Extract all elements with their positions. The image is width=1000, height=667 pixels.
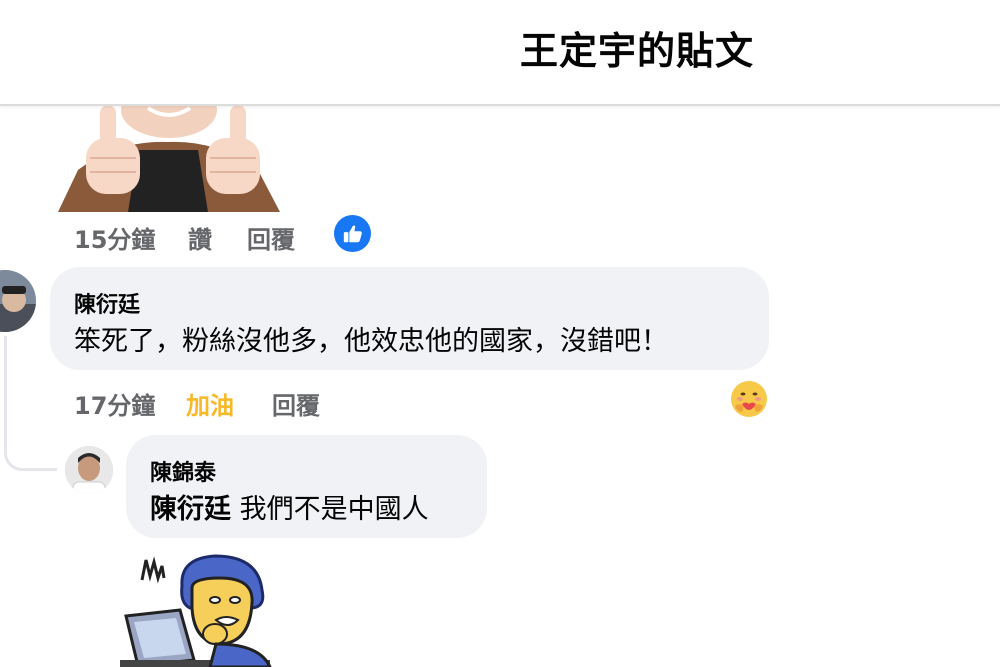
- comment-author[interactable]: 陳衍廷: [74, 287, 140, 319]
- comment-text: 笨死了，粉絲沒他多，他效忠他的國家，沒錯吧！: [74, 326, 668, 357]
- reply-button[interactable]: 回覆: [272, 386, 320, 421]
- comment-time[interactable]: 15分鐘: [74, 220, 155, 255]
- avatar[interactable]: [0, 270, 36, 332]
- post-header: 王定宇的貼文: [0, 0, 1000, 106]
- reaction-button[interactable]: 加油: [186, 386, 234, 421]
- avatar[interactable]: [65, 446, 113, 494]
- like-button[interactable]: 讚: [188, 220, 212, 255]
- reply-body: 我們不是中國人: [239, 494, 429, 525]
- reply-text: 陳衍廷 我們不是中國人: [150, 487, 429, 526]
- comment-bubble: 陳衍廷 笨死了，粉絲沒他多，他效忠他的國家，沒錯吧！: [50, 267, 769, 370]
- care-reaction-icon[interactable]: [730, 380, 768, 418]
- comment-time[interactable]: 17分鐘: [74, 386, 155, 421]
- thumbs-up-icon[interactable]: [334, 215, 371, 252]
- reply-author[interactable]: 陳錦泰: [150, 455, 216, 487]
- reply-button[interactable]: 回覆: [247, 220, 295, 255]
- mention-link[interactable]: 陳衍廷: [150, 494, 231, 525]
- worried-sticker: [120, 548, 280, 667]
- reply-thread-line: [4, 336, 57, 471]
- reply-bubble: 陳錦泰 陳衍廷 我們不是中國人: [126, 435, 487, 538]
- thumbs-up-sticker: [58, 100, 280, 212]
- comment-actions: 17分鐘 加油 回覆: [0, 386, 400, 420]
- page-title: 王定宇的貼文: [520, 29, 755, 73]
